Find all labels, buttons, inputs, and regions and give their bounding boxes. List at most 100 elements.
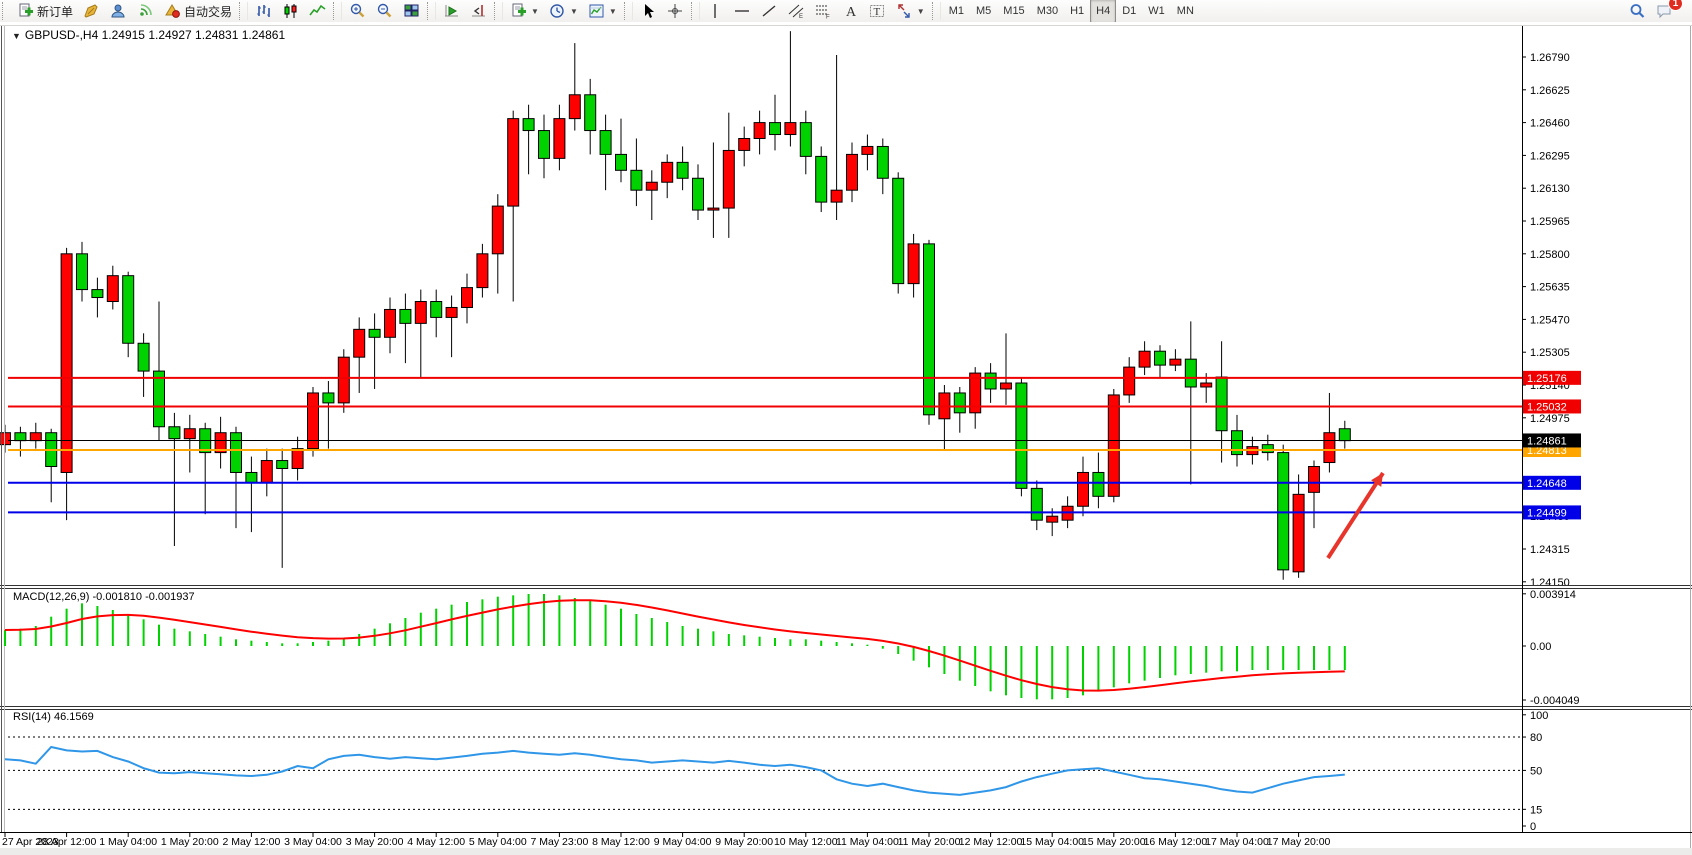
text-icon: A bbox=[842, 3, 859, 19]
candle-body bbox=[816, 156, 827, 202]
candle-body bbox=[831, 190, 842, 202]
candle-body bbox=[693, 178, 704, 210]
candlestick-button[interactable] bbox=[277, 0, 304, 22]
candle-body bbox=[415, 302, 426, 324]
line-chart-icon bbox=[309, 3, 326, 19]
chat-button[interactable]: 1 bbox=[1651, 0, 1678, 22]
tile-windows-button[interactable] bbox=[398, 0, 425, 22]
candle-body bbox=[862, 146, 873, 154]
toolbar: 新订单自动交易▼▼▼EFAT▼M1M5M15M30H1H4D1W1MN1 bbox=[0, 0, 1692, 23]
candle-body bbox=[1155, 351, 1166, 365]
metaeditor-button[interactable] bbox=[78, 0, 105, 22]
timeframe-m1-button[interactable]: M1 bbox=[943, 0, 970, 23]
signals-button[interactable] bbox=[132, 0, 159, 22]
arrows-button[interactable]: ▼ bbox=[891, 0, 930, 22]
profile-button[interactable] bbox=[105, 0, 132, 22]
time-axis-label: 4 May 12:00 bbox=[407, 836, 465, 848]
fibonacci-button[interactable]: F bbox=[810, 0, 837, 22]
price-axis-label: 1.25800 bbox=[1530, 249, 1570, 261]
candle-body bbox=[1108, 395, 1119, 496]
zoom-in-icon bbox=[349, 3, 366, 19]
timeframe-h4-button[interactable]: H4 bbox=[1090, 0, 1116, 23]
candle-body bbox=[354, 329, 365, 357]
auto-scroll-icon bbox=[443, 3, 460, 19]
new-order-icon bbox=[17, 3, 34, 19]
price-tag-label: 1.24861 bbox=[1527, 435, 1567, 447]
candle-body bbox=[585, 95, 596, 131]
candle-body bbox=[662, 162, 673, 182]
line-chart-button[interactable] bbox=[304, 0, 331, 22]
price-axis-label: 1.25305 bbox=[1530, 347, 1570, 359]
equidistant-channel-button[interactable]: E bbox=[783, 0, 810, 22]
timeframe-m15-button[interactable]: M15 bbox=[997, 0, 1030, 23]
autotrading-button[interactable]: 自动交易 bbox=[159, 0, 237, 22]
toolbar-grip bbox=[2, 2, 10, 20]
timeframe-d1-button[interactable]: D1 bbox=[1116, 0, 1142, 23]
time-axis-label: 11 May 04:00 bbox=[836, 836, 899, 848]
text-label-icon: T bbox=[869, 3, 886, 19]
text-button[interactable]: A bbox=[837, 0, 864, 22]
candle-body bbox=[1031, 488, 1042, 520]
candle-body bbox=[785, 123, 796, 135]
toolbar-separator bbox=[494, 2, 503, 20]
cursor-button[interactable] bbox=[635, 0, 662, 22]
candle-body bbox=[1185, 359, 1196, 387]
toolbar-separator bbox=[427, 2, 436, 20]
timeframe-mn-button[interactable]: MN bbox=[1171, 0, 1200, 23]
price-axis-label: 1.26295 bbox=[1530, 150, 1570, 162]
vertical-line-button[interactable] bbox=[702, 0, 729, 22]
time-axis-label: 15 May 20:00 bbox=[1082, 836, 1146, 848]
rsi-axis-label: 50 bbox=[1530, 765, 1542, 777]
toolbar-separator bbox=[239, 2, 248, 20]
crosshair-button[interactable] bbox=[662, 0, 689, 22]
metatrader-window: { "toolbar": { "items": [ {"type":"butto… bbox=[0, 0, 1692, 855]
timeframe-m30-button[interactable]: M30 bbox=[1031, 0, 1064, 23]
new-order-button[interactable]: 新订单 bbox=[12, 0, 78, 22]
candle-body bbox=[1078, 472, 1089, 506]
price-chart[interactable]: 1.267901.266251.264601.262951.261301.259… bbox=[0, 22, 1692, 855]
text-label-button[interactable]: T bbox=[864, 0, 891, 22]
price-axis-label: 1.26790 bbox=[1530, 52, 1570, 64]
time-axis-label: 9 May 04:00 bbox=[654, 836, 712, 848]
candle-body bbox=[261, 461, 272, 483]
search-button[interactable] bbox=[1624, 0, 1651, 22]
svg-text:E: E bbox=[799, 14, 803, 19]
time-axis-label: 1 May 04:00 bbox=[99, 836, 157, 848]
symbol-ohlc-label[interactable]: ▼GBPUSD-,H4 1.24915 1.24927 1.24831 1.24… bbox=[12, 28, 285, 42]
timeframe-w1-button[interactable]: W1 bbox=[1142, 0, 1171, 23]
zoom-in-button[interactable] bbox=[344, 0, 371, 22]
chevron-down-icon: ▼ bbox=[531, 7, 539, 16]
time-axis-label: 5 May 04:00 bbox=[469, 836, 527, 848]
candle-body bbox=[877, 146, 888, 178]
candle-body bbox=[1016, 383, 1027, 488]
candle-body bbox=[723, 150, 734, 208]
macd-axis-label: 0.003914 bbox=[1530, 589, 1576, 601]
rsi-axis-label: 0 bbox=[1530, 821, 1536, 833]
chart-shift-button[interactable] bbox=[465, 0, 492, 22]
price-tag-label: 1.24499 bbox=[1527, 507, 1567, 519]
timeframe-h1-button[interactable]: H1 bbox=[1064, 0, 1090, 23]
time-axis-label: 17 May 20:00 bbox=[1267, 836, 1331, 848]
price-axis-label: 1.24975 bbox=[1530, 413, 1570, 425]
time-axis-label: 10 May 12:00 bbox=[774, 836, 838, 848]
new-chart-button[interactable]: ▼ bbox=[505, 0, 544, 22]
time-axis-label: 15 May 04:00 bbox=[1020, 836, 1084, 848]
candle-body bbox=[369, 329, 380, 337]
zoom-out-button[interactable] bbox=[371, 0, 398, 22]
horizontal-line-button[interactable] bbox=[729, 0, 756, 22]
trendline-button[interactable] bbox=[756, 0, 783, 22]
rsi-axis-label: 100 bbox=[1530, 710, 1548, 722]
time-axis-label: 16 May 12:00 bbox=[1144, 836, 1208, 848]
periods-button[interactable]: ▼ bbox=[544, 0, 583, 22]
candle-body bbox=[1201, 383, 1212, 387]
price-axis-label: 1.25635 bbox=[1530, 282, 1570, 294]
price-axis-label: 1.24315 bbox=[1530, 544, 1570, 556]
templates-button[interactable]: ▼ bbox=[583, 0, 622, 22]
signals-icon bbox=[137, 3, 154, 19]
timeframe-m5-button[interactable]: M5 bbox=[970, 0, 997, 23]
crosshair-icon bbox=[667, 3, 684, 19]
bar-chart-button[interactable] bbox=[250, 0, 277, 22]
auto-scroll-button[interactable] bbox=[438, 0, 465, 22]
macd-axis-label: -0.004049 bbox=[1530, 695, 1580, 707]
time-axis-label: 3 May 20:00 bbox=[346, 836, 404, 848]
